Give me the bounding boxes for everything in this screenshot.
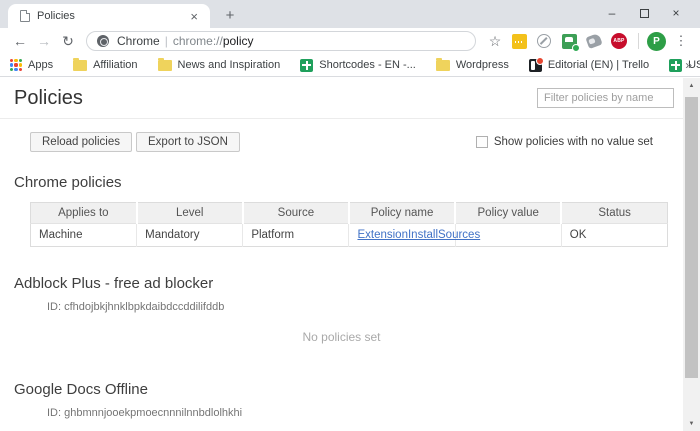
- bookmark-star-icon[interactable]: ☆: [484, 30, 506, 52]
- folder-icon: [436, 60, 450, 71]
- policy-name-link[interactable]: ExtensionInstallSources: [357, 229, 480, 241]
- extension-gdocs-id: ID: ghbmnnjooekpmoecnnnilnnbdlolhkhi: [47, 407, 683, 419]
- cell-level: Mandatory: [137, 224, 243, 247]
- toolbar-separator: [638, 33, 639, 49]
- green-site-icon: [300, 59, 313, 72]
- extension-adblock-heading: Adblock Plus - free ad blocker: [14, 275, 683, 292]
- tab-policies[interactable]: Policies ×: [8, 4, 210, 28]
- bookmark-label: Apps: [28, 59, 53, 71]
- cell-status: OK: [561, 224, 667, 247]
- tab-strip: Policies × + – ×: [0, 0, 700, 28]
- folder-icon: [73, 60, 87, 71]
- new-tab-button[interactable]: +: [218, 6, 242, 26]
- browser-toolbar: ← → ↻ Chrome|chrome://policy ☆ ABP P ⋮: [0, 28, 700, 54]
- cell-applies-to: Machine: [31, 224, 137, 247]
- menu-dots-icon[interactable]: ⋮: [670, 30, 692, 52]
- trello-icon: [529, 59, 542, 72]
- yellow-extension-icon[interactable]: [510, 32, 528, 50]
- bookmark-label: Shortcodes - EN -...: [319, 59, 416, 71]
- tab-title: Policies: [37, 10, 186, 22]
- hand-extension-icon[interactable]: [585, 32, 603, 50]
- folder-icon: [158, 60, 172, 71]
- url-divider: |: [160, 34, 173, 48]
- col-status: Status: [561, 203, 667, 224]
- chrome-policies-table: Applies to Level Source Policy name Poli…: [30, 202, 668, 247]
- url-host: policy: [223, 34, 254, 48]
- url-site-label: Chrome: [117, 34, 160, 48]
- bookmark-apps[interactable]: Apps: [10, 59, 53, 71]
- table-header-row: Applies to Level Source Policy name Poli…: [31, 203, 668, 224]
- table-row: Machine Mandatory Platform ExtensionInst…: [31, 224, 668, 247]
- green-site-icon: [669, 59, 682, 72]
- page-title: Policies: [14, 87, 83, 110]
- filter-policies-input[interactable]: [537, 88, 674, 108]
- bookmark-affiliation[interactable]: Affiliation: [73, 59, 137, 71]
- url-text: Chrome|chrome://policy: [117, 34, 254, 48]
- policy-page: Policies Reload policies Export to JSON …: [0, 78, 683, 431]
- bookmarks-bar: Apps Affiliation News and Inspiration Sh…: [0, 54, 700, 77]
- scrollbar-thumb[interactable]: [685, 97, 698, 378]
- bookmark-label: Affiliation: [93, 59, 137, 71]
- col-policy-name: Policy name: [349, 203, 455, 224]
- back-button[interactable]: ←: [8, 29, 32, 53]
- reload-policies-button[interactable]: Reload policies: [30, 132, 132, 152]
- chrome-policies-heading: Chrome policies: [14, 174, 683, 191]
- bookmark-editorial-trello[interactable]: Editorial (EN) | Trello: [529, 59, 649, 72]
- col-source: Source: [243, 203, 349, 224]
- bookmark-wordpress[interactable]: Wordpress: [436, 59, 509, 71]
- show-unset-control: Show policies with no value set: [476, 136, 653, 148]
- col-policy-value: Policy value: [455, 203, 561, 224]
- col-applies-to: Applies to: [31, 203, 137, 224]
- forward-button[interactable]: →: [32, 29, 56, 53]
- extension-adblock-id: ID: cfhdojbkjhnklbpkdaibdccddilifddb: [47, 301, 683, 313]
- show-unset-label: Show policies with no value set: [494, 136, 653, 148]
- compass-extension-icon[interactable]: [535, 32, 553, 50]
- window-controls: – ×: [596, 0, 692, 26]
- maximize-icon: [640, 9, 649, 18]
- actions-row: Reload policies Export to JSON Show poli…: [30, 132, 653, 152]
- export-to-json-button[interactable]: Export to JSON: [136, 132, 240, 152]
- no-policies-text: No policies set: [0, 330, 683, 344]
- bookmark-shortcodes[interactable]: Shortcodes - EN -...: [300, 59, 416, 72]
- tab-close-icon[interactable]: ×: [186, 9, 202, 24]
- profile-avatar[interactable]: P: [647, 32, 666, 51]
- bookmarks-overflow-chevron[interactable]: »: [685, 58, 692, 72]
- maximize-button[interactable]: [628, 2, 660, 24]
- scroll-down-icon[interactable]: ▼: [683, 416, 700, 431]
- col-level: Level: [137, 203, 243, 224]
- bookmark-news-inspiration[interactable]: News and Inspiration: [158, 59, 281, 71]
- apps-grid-icon: [10, 59, 22, 71]
- minimize-button[interactable]: –: [596, 2, 628, 24]
- button-group: Reload policies Export to JSON: [30, 132, 240, 152]
- cell-source: Platform: [243, 224, 349, 247]
- extension-gdocs-heading: Google Docs Offline: [14, 381, 683, 398]
- adblock-plus-icon[interactable]: ABP: [610, 32, 628, 50]
- site-info-icon[interactable]: [97, 35, 109, 47]
- bookmark-label: Wordpress: [456, 59, 509, 71]
- address-bar[interactable]: Chrome|chrome://policy: [86, 31, 476, 51]
- green-extension-icon[interactable]: [560, 32, 578, 50]
- show-unset-checkbox[interactable]: [476, 136, 488, 148]
- extension-icons: ABP: [510, 32, 628, 50]
- page-header: Policies: [0, 78, 683, 119]
- browser-window: Policies × + – × ← → ↻ Chrome|chrome://p…: [0, 0, 700, 431]
- scroll-up-icon[interactable]: ▲: [683, 78, 700, 93]
- url-scheme: chrome://: [173, 34, 223, 48]
- reload-button[interactable]: ↻: [56, 29, 80, 53]
- vertical-scrollbar[interactable]: ▲ ▼: [683, 78, 700, 431]
- cell-policy-name: ExtensionInstallSources: [349, 224, 455, 247]
- bookmark-label: News and Inspiration: [178, 59, 281, 71]
- document-icon: [20, 10, 30, 22]
- bookmark-label: Editorial (EN) | Trello: [548, 59, 649, 71]
- close-button[interactable]: ×: [660, 2, 692, 24]
